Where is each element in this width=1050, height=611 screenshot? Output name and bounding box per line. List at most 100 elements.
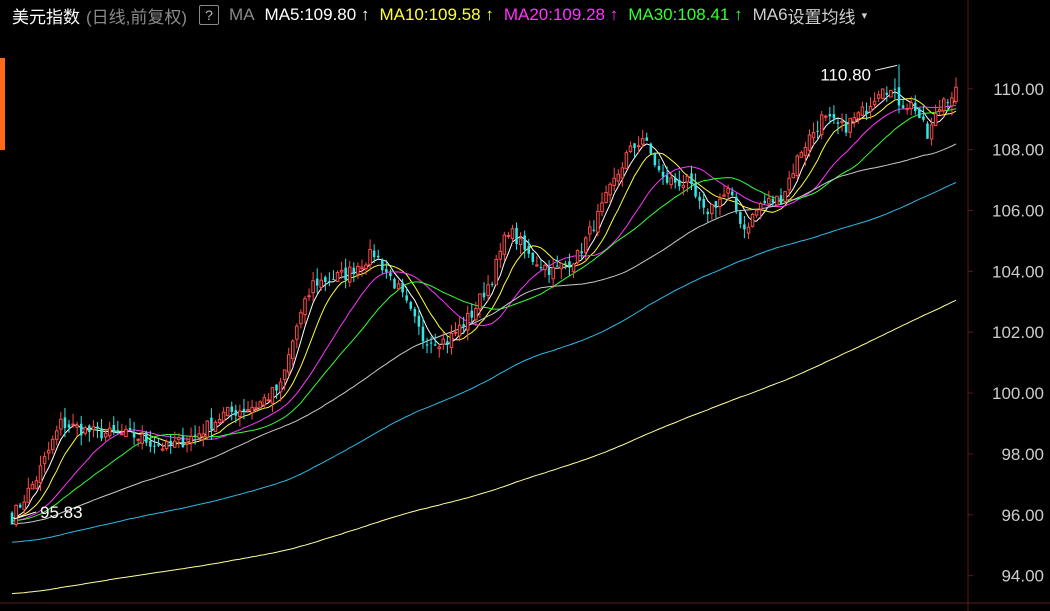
candle xyxy=(490,281,494,287)
candle xyxy=(368,239,372,271)
candle-body xyxy=(136,438,140,441)
candle xyxy=(914,95,917,115)
candle-body xyxy=(918,108,921,118)
candle-body xyxy=(743,224,746,230)
candle-body xyxy=(640,138,645,145)
candle xyxy=(75,421,79,437)
candle xyxy=(739,211,742,229)
candle-body xyxy=(885,92,889,95)
candle-body xyxy=(197,433,201,439)
candle xyxy=(201,423,206,447)
candle xyxy=(624,150,629,170)
candle-body xyxy=(266,399,271,402)
candle-body xyxy=(856,112,861,120)
candle-body xyxy=(698,196,701,201)
candle-body xyxy=(421,326,425,342)
candle xyxy=(763,194,766,205)
candle xyxy=(950,91,954,116)
candle xyxy=(909,96,913,116)
candle xyxy=(608,182,612,204)
candle-body xyxy=(901,105,905,108)
candle-body xyxy=(816,130,819,132)
candle-body xyxy=(128,428,132,430)
candle-body xyxy=(311,280,315,294)
candle-body xyxy=(799,152,804,158)
candle-body xyxy=(909,102,913,110)
candle xyxy=(844,114,848,137)
candle-body xyxy=(433,344,437,346)
ma-line-ma30 xyxy=(11,108,957,522)
candle-body xyxy=(604,192,608,204)
candle-body xyxy=(661,171,665,177)
candle xyxy=(189,427,193,452)
candle-body xyxy=(575,249,580,263)
candle xyxy=(840,113,844,132)
candle-body xyxy=(446,341,449,345)
candle xyxy=(381,258,384,274)
candle xyxy=(213,420,218,432)
candle-body xyxy=(22,501,27,510)
candle-body xyxy=(754,209,759,216)
candle-body xyxy=(547,266,551,276)
candle-body xyxy=(564,263,567,265)
candle-body xyxy=(225,406,230,417)
candle-body xyxy=(872,100,877,106)
candle xyxy=(795,154,800,180)
candle-body xyxy=(376,255,380,258)
candle-body xyxy=(282,369,287,381)
candle-body xyxy=(678,179,681,187)
candle-body xyxy=(177,437,181,441)
candle-body xyxy=(653,153,657,166)
candle-body xyxy=(91,426,96,431)
candle xyxy=(393,277,396,290)
candle-body xyxy=(848,117,852,133)
candle-body xyxy=(71,423,75,426)
candle-body xyxy=(413,309,417,317)
candle xyxy=(710,203,714,220)
candle-body xyxy=(718,198,722,208)
candle-body xyxy=(405,295,408,301)
candle xyxy=(446,335,449,354)
candle-body xyxy=(59,418,63,430)
high-annotation-label: 110.80 xyxy=(820,65,871,84)
candle-body xyxy=(523,235,526,250)
candle-body xyxy=(767,197,771,205)
candle xyxy=(502,231,507,262)
candle-body xyxy=(836,122,840,124)
candlestick-chart[interactable]: 94.00 96.00 98.00 100.00 102.00 104.00 106.00 1… xyxy=(0,0,1050,611)
candle-body xyxy=(50,438,55,451)
y-tick-label: 100.00 xyxy=(992,384,1044,403)
candle xyxy=(225,406,230,417)
candle-body xyxy=(291,340,295,359)
candle xyxy=(791,163,795,179)
candle xyxy=(238,404,242,427)
candle xyxy=(217,413,222,425)
candle-body xyxy=(608,183,612,196)
candle-body xyxy=(120,433,124,436)
candle-body xyxy=(34,480,39,489)
candle xyxy=(149,430,152,453)
ma-line-ma10 xyxy=(11,97,957,519)
candle xyxy=(592,220,596,233)
candle-body xyxy=(242,408,246,412)
candle xyxy=(356,262,360,280)
candle-body xyxy=(628,145,633,152)
candle-body xyxy=(714,201,718,208)
candle-body xyxy=(425,344,429,346)
candle xyxy=(811,122,816,146)
candle xyxy=(531,252,535,265)
y-tick-label: 102.00 xyxy=(992,323,1044,342)
candle xyxy=(55,425,59,446)
candle-body xyxy=(457,324,462,337)
candle xyxy=(116,420,120,434)
candle-body xyxy=(515,227,518,244)
candle-body xyxy=(559,262,564,270)
candle-body xyxy=(844,122,848,133)
candle xyxy=(128,418,132,432)
y-tick-label: 110.00 xyxy=(993,80,1044,99)
candle xyxy=(376,249,380,260)
candle-body xyxy=(527,246,531,254)
candle-body xyxy=(46,449,51,454)
candle-body xyxy=(429,342,433,344)
candle xyxy=(34,476,39,490)
